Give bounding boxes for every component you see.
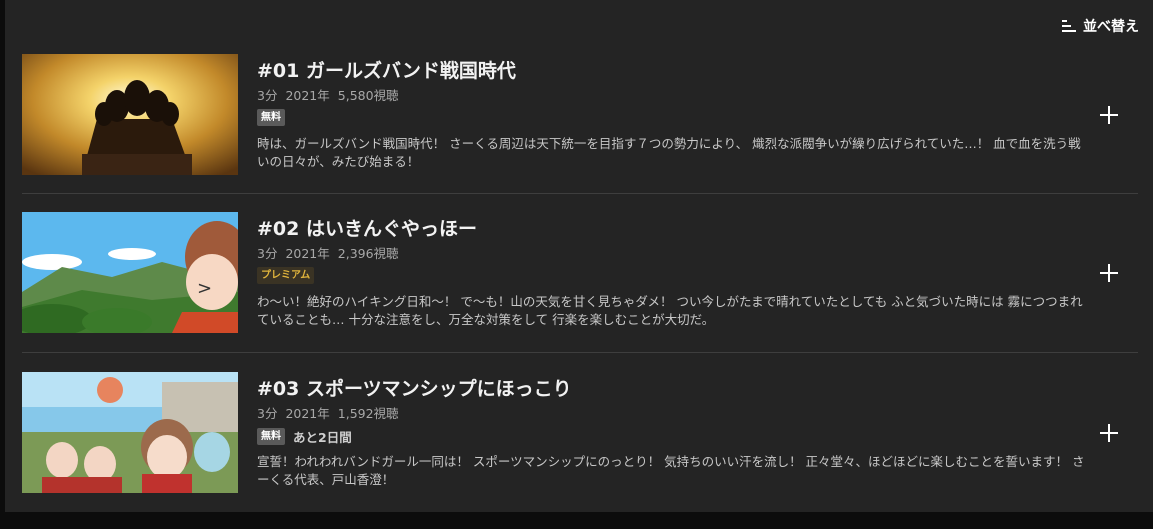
divider [22,352,1138,353]
add-to-list-icon[interactable] [1098,104,1120,126]
episode-duration: 3分 [257,246,278,261]
free-badge: 無料 [257,428,285,445]
episode-title[interactable]: #02 はいきんぐやっほー [257,214,477,241]
episode-description: 宣誓！われわれバンドガール一同は！ スポーツマンシップにのっとり！ 気持ちのいい… [257,454,1085,487]
episode-views: 2,396視聴 [337,246,399,261]
premium-badge: プレミアム [257,267,315,284]
sort-icon [1062,20,1076,32]
remaining-days: あと2日間 [293,430,352,445]
episode-views: 5,580視聴 [337,88,399,103]
episode-badges: 無料 あと2日間 [257,427,352,446]
episode-badges: プレミアム [257,267,315,284]
episode-meta: 3分 2021年 2,396視聴 [257,243,407,262]
episode-thumbnail-2[interactable]: > [22,212,238,333]
episode-meta: 3分 2021年 5,580視聴 [257,85,407,104]
episode-year: 2021年 [285,246,330,261]
episode-description: わ〜い！絶好のハイキング日和〜！ で〜も！山の天気を甘く見ちゃダメ！ つい今しが… [257,294,1083,327]
episode-duration: 3分 [257,88,278,103]
free-badge: 無料 [257,109,285,126]
episode-item-1[interactable]: #01 ガールズバンド戦国時代 3分 2021年 5,580視聴 無料 時は、ガール… [22,54,1138,176]
episode-thumbnail-1[interactable] [22,54,238,175]
episode-duration: 3分 [257,406,278,421]
episode-item-2[interactable]: > #02 はいきんぐやっほー 3分 2021年 2,396視聴 プレミアム わ〜い… [22,212,1138,334]
episode-title[interactable]: #03 スポーツマンシップにほっこり [257,374,572,401]
episode-list-panel: 並べ替え #01 ガールズバンド戦国時代 3分 2021年 5,580視聴 無料… [5,0,1153,512]
episode-title[interactable]: #01 ガールズバンド戦国時代 [257,56,516,83]
divider [22,193,1138,194]
episode-thumbnail-3[interactable] [22,372,238,493]
sort-button[interactable]: 並べ替え [1061,16,1139,36]
svg-text:>: > [197,278,212,299]
sort-label: 並べ替え [1083,19,1139,35]
episode-year: 2021年 [285,88,330,103]
episode-meta: 3分 2021年 1,592視聴 [257,403,407,422]
add-to-list-icon[interactable] [1098,262,1120,284]
episode-views: 1,592視聴 [337,406,399,421]
add-to-list-icon[interactable] [1098,422,1120,444]
episode-badges: 無料 [257,109,285,126]
episode-year: 2021年 [285,406,330,421]
episode-description: 時は、ガールズバンド戦国時代！ さーくる周辺は天下統一を目指す７つの勢力により、… [257,136,1081,169]
episode-item-3[interactable]: #03 スポーツマンシップにほっこり 3分 2021年 1,592視聴 無料 あと2… [22,372,1138,494]
